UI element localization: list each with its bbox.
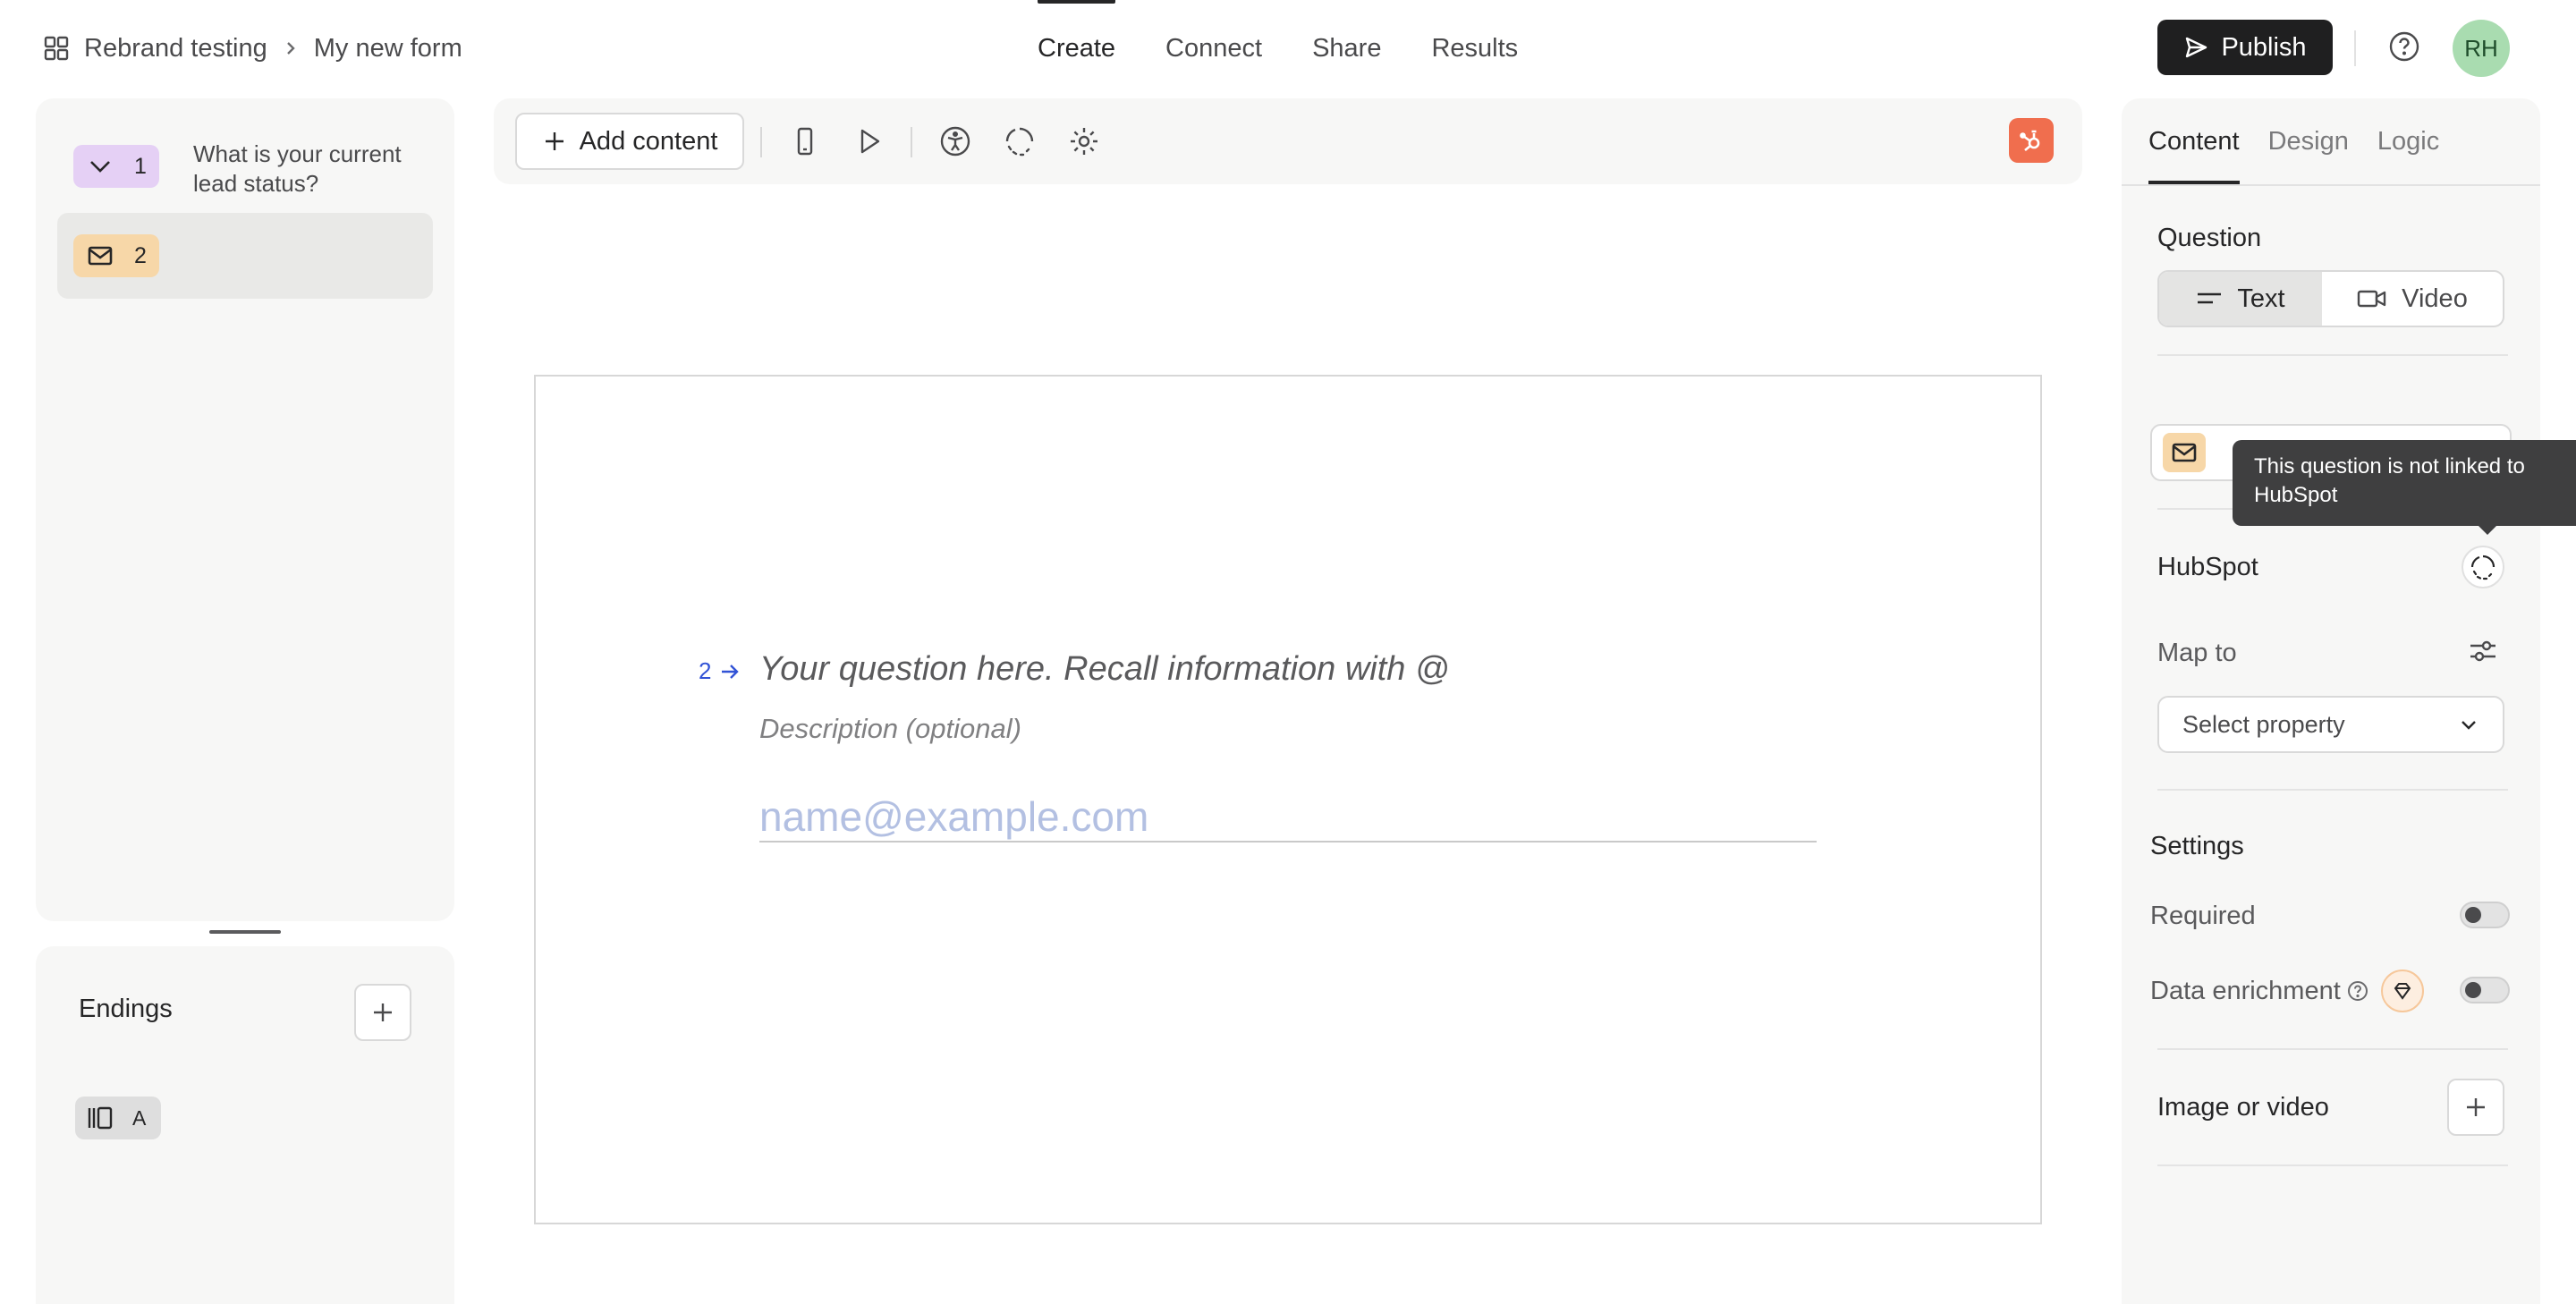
play-icon[interactable] xyxy=(850,122,889,161)
tabs-divider xyxy=(2122,184,2540,186)
toolbar-divider xyxy=(760,127,762,157)
required-label: Required xyxy=(2150,902,2256,930)
hubspot-icon[interactable] xyxy=(2009,118,2054,163)
editor-toolbar: Add content xyxy=(494,98,2082,184)
divider xyxy=(2354,30,2356,66)
add-image-video-button[interactable] xyxy=(2447,1079,2504,1136)
properties-tabs: Content Design Logic xyxy=(2148,98,2439,184)
mail-icon xyxy=(2163,433,2206,472)
video-mode-label: Video xyxy=(2402,284,2468,313)
breadcrumb-workspace[interactable]: Rebrand testing xyxy=(84,34,267,64)
question-badge: 2 xyxy=(73,234,159,277)
mobile-icon[interactable] xyxy=(785,122,825,161)
accessibility-icon[interactable] xyxy=(936,122,975,161)
question-list-panel: 1 What is your current lead status? 2 xyxy=(36,98,454,921)
email-answer-input[interactable] xyxy=(759,792,1817,843)
question-description-input[interactable]: Description (optional) xyxy=(759,713,1021,745)
question-section-label: Question xyxy=(2157,224,2262,252)
avatar[interactable]: RH xyxy=(2453,20,2510,77)
add-ending-button[interactable] xyxy=(354,984,411,1041)
question-number: 2 xyxy=(134,242,147,268)
add-content-label: Add content xyxy=(579,126,718,156)
property-select[interactable]: Select property xyxy=(2157,696,2504,753)
text-mode-button[interactable]: Text xyxy=(2159,272,2322,326)
endings-panel: Endings A xyxy=(36,946,454,1304)
publish-label: Publish xyxy=(2221,32,2307,62)
publish-button[interactable]: Publish xyxy=(2157,20,2333,75)
grid-icon[interactable] xyxy=(43,35,70,62)
section-divider xyxy=(2157,1164,2508,1166)
sliders-icon[interactable] xyxy=(2467,635,2499,667)
property-select-value: Select property xyxy=(2182,710,2345,738)
question-title-input[interactable]: Your question here. Recall information w… xyxy=(759,650,1450,689)
resize-handle[interactable] xyxy=(209,930,281,934)
hubspot-tooltip: This question is not linked to HubSpot xyxy=(2233,440,2576,535)
text-mode-label: Text xyxy=(2237,284,2285,313)
video-camera-icon xyxy=(2357,287,2387,310)
settings-icon[interactable] xyxy=(1064,122,1104,161)
question-number: 2 xyxy=(699,657,712,684)
section-divider xyxy=(2157,789,2508,791)
tab-connect[interactable]: Connect xyxy=(1165,0,1262,97)
arrow-right-icon xyxy=(718,660,741,683)
mail-icon xyxy=(86,241,114,270)
settings-label: Settings xyxy=(2150,832,2244,860)
ending-label: A xyxy=(132,1105,147,1130)
question-list-item[interactable]: 2 xyxy=(57,213,433,299)
plus-icon xyxy=(2463,1095,2488,1120)
tab-share[interactable]: Share xyxy=(1312,0,1381,97)
tab-results[interactable]: Results xyxy=(1431,0,1518,97)
unlink-icon[interactable] xyxy=(2462,546,2504,588)
tab-design[interactable]: Design xyxy=(2268,98,2349,184)
section-divider xyxy=(2157,1048,2508,1050)
question-mode-toggle: Text Video xyxy=(2157,270,2504,327)
image-video-label: Image or video xyxy=(2157,1093,2329,1122)
plus-icon xyxy=(370,1000,395,1025)
send-icon xyxy=(2183,35,2208,60)
tab-logic[interactable]: Logic xyxy=(2377,98,2439,184)
required-toggle[interactable] xyxy=(2460,902,2510,928)
chevron-down-icon xyxy=(86,152,114,181)
chevron-down-icon xyxy=(2458,714,2479,735)
top-bar: Rebrand testing My new form Create Conne… xyxy=(0,0,2576,97)
plus-icon xyxy=(542,129,567,154)
add-content-button[interactable]: Add content xyxy=(515,113,744,170)
endings-title: Endings xyxy=(79,995,173,1023)
video-mode-button[interactable]: Video xyxy=(2322,272,2503,326)
question-title: What is your current lead status? xyxy=(193,140,402,197)
map-to-label: Map to xyxy=(2157,639,2237,667)
properties-panel: Content Design Logic Question Text Video… xyxy=(2122,98,2540,1304)
canvas-question-number: 2 xyxy=(699,657,741,685)
section-divider xyxy=(2157,354,2508,356)
diamond-icon xyxy=(2381,970,2424,1012)
text-lines-icon xyxy=(2196,289,2223,309)
main-tabs: Create Connect Share Results xyxy=(1038,0,1518,97)
chevron-right-icon xyxy=(282,39,300,57)
tab-content[interactable]: Content xyxy=(2148,98,2240,184)
breadcrumb-form[interactable]: My new form xyxy=(314,34,462,64)
tab-create[interactable]: Create xyxy=(1038,0,1116,97)
question-badge: 1 xyxy=(73,145,159,188)
ending-item[interactable]: A xyxy=(75,1097,161,1139)
ending-icon xyxy=(86,1105,114,1131)
help-circle-icon[interactable] xyxy=(2345,978,2370,1003)
form-canvas: 2 Your question here. Recall information… xyxy=(534,375,2042,1224)
breadcrumb: Rebrand testing My new form xyxy=(43,0,462,97)
toolbar-divider xyxy=(911,127,912,157)
unlink-icon[interactable] xyxy=(1000,122,1039,161)
question-list-item[interactable]: 1 What is your current lead status? xyxy=(57,129,433,197)
hubspot-label: HubSpot xyxy=(2157,553,2258,581)
data-enrichment-label: Data enrichment xyxy=(2150,977,2341,1005)
question-number: 1 xyxy=(134,153,147,179)
data-enrichment-toggle[interactable] xyxy=(2460,977,2510,1003)
help-icon[interactable] xyxy=(2386,29,2422,64)
